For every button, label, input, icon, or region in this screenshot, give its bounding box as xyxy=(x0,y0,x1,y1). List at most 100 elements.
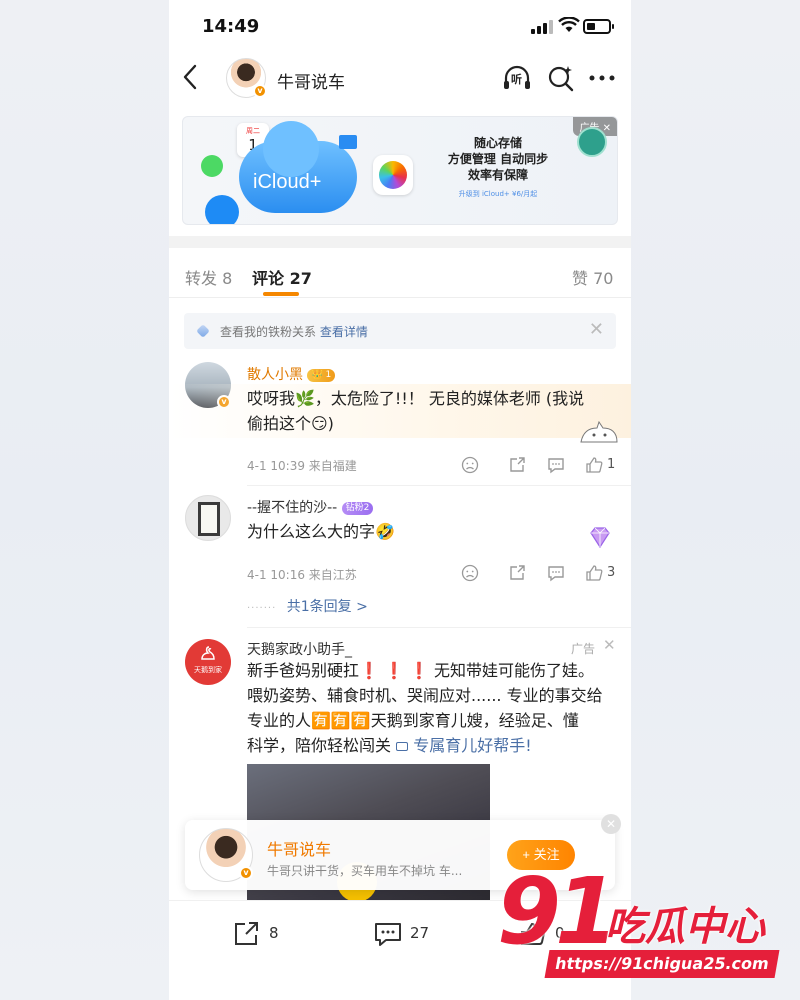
search-icon[interactable] xyxy=(546,64,576,92)
close-icon[interactable]: ✕ xyxy=(589,321,604,339)
follow-card-name[interactable]: 牛哥说车 xyxy=(267,836,331,860)
watermark: 91 吃瓜中心 https://91chigua25.com xyxy=(497,866,787,986)
active-tab-indicator xyxy=(263,292,299,296)
diamond-icon xyxy=(196,324,210,338)
diamond-sticker-icon xyxy=(590,527,610,549)
comment-count: 27 xyxy=(410,924,430,942)
comment-line-1: 哎呀我🌿，太危险了!!！ 无良的媒体老师 (我说 xyxy=(247,389,585,408)
battery-icon xyxy=(583,19,614,34)
ad-headline-2: 方便管理 自动同步 xyxy=(447,152,549,166)
tab-repost[interactable]: 转发 8 xyxy=(185,265,232,289)
ad-headline-3: 效率有保障 xyxy=(467,168,528,182)
ad-subline: 升级到 iCloud+ ¥6/月起 xyxy=(458,190,538,198)
advertiser-avatar[interactable]: 天鹅到家 xyxy=(185,639,231,685)
ad-line-3: 专业的人🈶🈶🈶天鹅到家育儿嫂，经验足、懂 xyxy=(247,711,579,730)
phone-screen: 14:49 v 牛哥说车 听 周二 1 iCloud+ 随心存储 方便管理 自动… xyxy=(169,0,631,1000)
watermark-brand: 吃瓜中心 xyxy=(605,904,765,950)
ad-line-1: 新手爸妈别硬扛❗ ❗ ❗ 无知带娃可能伤了娃。 xyxy=(247,661,595,680)
comment-actions: 1 xyxy=(461,456,621,476)
comment-text: 哎呀我🌿，太危险了!!！ 无良的媒体老师 (我说 偷拍这个😏) xyxy=(247,386,617,436)
cat-sticker-icon xyxy=(580,420,618,443)
ad-line-4: 科学，陪你轻松闯关 xyxy=(247,736,392,755)
notice-text-wrap: 查看我的铁粉关系 查看详情 xyxy=(220,323,368,340)
signal-icon xyxy=(531,20,553,34)
comment-button[interactable]: 27 xyxy=(374,921,429,947)
replies-count: 共1条回复 > xyxy=(286,599,368,615)
reply-icon[interactable] xyxy=(547,456,565,474)
icloud-icon: iCloud+ xyxy=(239,121,357,213)
photos-app-icon xyxy=(373,155,413,195)
comment-author[interactable]: 散人小黑 👑 1 xyxy=(247,364,336,384)
advertiser-avatar-text: 天鹅到家 xyxy=(194,666,222,674)
crown-level-badge: 👑 1 xyxy=(307,369,336,382)
dotted-leader: ······· xyxy=(247,603,277,614)
ad-link-text: 专属育儿好帮手! xyxy=(413,736,532,755)
status-bar: 14:49 xyxy=(169,0,631,52)
ad-banner[interactable]: 周二 1 iCloud+ 随心存储 方便管理 自动同步 效率有保障 升级到 iC… xyxy=(182,116,618,225)
comment-meta: 4-1 10:39 来自福建 xyxy=(247,459,357,473)
folder-icon xyxy=(339,135,357,149)
commenter-avatar[interactable] xyxy=(185,495,231,541)
close-icon[interactable]: ✕ xyxy=(603,636,616,654)
close-icon[interactable]: ✕ xyxy=(601,814,621,834)
share-icon[interactable] xyxy=(508,564,526,582)
fan-relationship-notice[interactable]: 查看我的铁粉关系 查看详情 ✕ xyxy=(184,313,616,349)
ad-copy: 随心存储 方便管理 自动同步 效率有保障 升级到 iCloud+ ¥6/月起 xyxy=(423,135,573,202)
swan-logo-icon xyxy=(201,646,215,660)
reply-icon[interactable] xyxy=(547,564,565,582)
page-title: 牛哥说车 xyxy=(277,73,345,93)
dislike-icon[interactable] xyxy=(461,564,479,582)
fan-level-badge: 钻粉2 xyxy=(341,502,374,515)
messages-app-icon xyxy=(201,155,223,177)
ad-link[interactable]: 专属育儿好帮手! xyxy=(396,736,532,755)
ad-tag: 广告 xyxy=(571,642,596,656)
comment-author-name[interactable]: 天鹅家政小助手_ xyxy=(247,639,352,659)
comment-divider xyxy=(247,485,631,486)
icloud-label: iCloud+ xyxy=(253,171,322,193)
repost-count: 8 xyxy=(269,924,279,942)
ad-line-4-wrap: 科学，陪你轻松闯关 专属育儿好帮手! xyxy=(247,733,617,758)
status-time: 14:49 xyxy=(202,16,260,37)
ad-comment-text: 新手爸妈别硬扛❗ ❗ ❗ 无知带娃可能伤了娃。 喂奶姿势、辅食时机、哭闹应对..… xyxy=(247,658,617,758)
wifi-icon xyxy=(558,17,580,32)
tab-like[interactable]: 赞 70 xyxy=(572,265,613,289)
verified-badge-icon: v xyxy=(253,84,267,98)
comment-meta: 4-1 10:16 来自江苏 xyxy=(247,568,357,582)
comment-line-2: 偷拍这个😏) xyxy=(247,414,334,433)
comment-text: 为什么这么大的字🤣 xyxy=(247,522,395,541)
like-icon[interactable] xyxy=(585,564,603,582)
mail-app-icon xyxy=(205,195,239,224)
engagement-tabs: 转发 8 评论 27 赞 70 xyxy=(169,248,631,298)
comment-author[interactable]: --握不住的沙-- 钻粉2 xyxy=(247,497,374,517)
dislike-icon[interactable] xyxy=(461,456,479,474)
verified-badge-icon: v xyxy=(239,866,253,880)
section-gap xyxy=(169,236,631,248)
like-count: 3 xyxy=(607,565,616,580)
listen-label: 听 xyxy=(511,73,522,86)
ad-headline-1: 随心存储 xyxy=(473,136,522,150)
replay-icon[interactable] xyxy=(577,127,607,157)
comment-author-name: 散人小黑 xyxy=(247,367,303,383)
like-count: 1 xyxy=(607,457,616,472)
tab-comment[interactable]: 评论 27 xyxy=(252,265,312,289)
view-replies-link[interactable]: ······· 共1条回复 > xyxy=(247,596,368,616)
notice-link[interactable]: 查看详情 xyxy=(320,325,368,339)
notice-text: 查看我的铁粉关系 xyxy=(220,325,317,339)
comment-divider xyxy=(247,627,631,628)
calligraphy-frame xyxy=(198,502,220,536)
comment-actions: 3 xyxy=(461,564,621,584)
comment-icon xyxy=(375,923,401,946)
watermark-number: 91 xyxy=(497,858,619,965)
repost-button[interactable]: 8 xyxy=(233,921,279,947)
follow-card-desc: 牛哥只讲干货，买车用车不掉坑 车... xyxy=(267,864,463,878)
like-icon[interactable] xyxy=(585,456,603,474)
level-badge: 1 xyxy=(325,370,332,380)
back-arrow-icon[interactable] xyxy=(179,62,203,92)
repost-icon xyxy=(235,922,258,945)
comment-author-name: --握不住的沙-- xyxy=(247,500,338,516)
listen-button[interactable]: 听 xyxy=(502,64,532,92)
ad-line-2: 喂奶姿势、辅食时机、哭闹应对...... 专业的事交给 xyxy=(247,686,603,705)
more-icon[interactable] xyxy=(587,64,617,92)
share-icon[interactable] xyxy=(508,456,526,474)
calendar-weekday: 周二 xyxy=(246,127,260,135)
